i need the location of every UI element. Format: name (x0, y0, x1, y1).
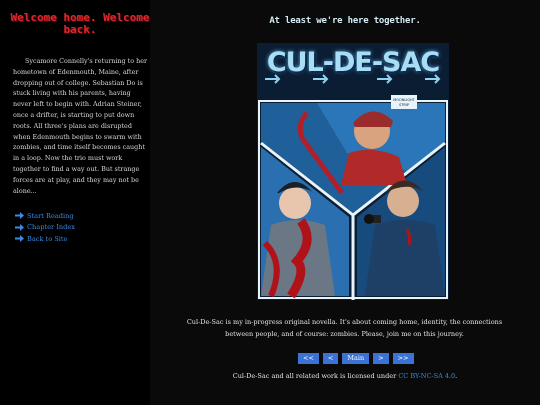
arrow-right-icon (15, 212, 24, 220)
cover-art: MOONLIGHT STRIP CUL-DE-SAC (257, 43, 449, 300)
sidebar: Welcome home. Welcome back. Sycamore Con… (0, 0, 150, 405)
arrow-right-icon (15, 223, 24, 231)
nav-start-reading[interactable]: Start Reading (15, 210, 75, 222)
description: Cul-De-Sac is my in-progress original no… (186, 318, 503, 338)
tagline: At least we're here together. (269, 16, 421, 26)
next-page-button[interactable]: > (373, 353, 389, 364)
nav-back-to-site[interactable]: Back to Site (15, 233, 75, 245)
first-page-button[interactable]: << (298, 353, 319, 364)
svg-text:MOONLIGHT: MOONLIGHT (393, 98, 415, 102)
license-notice: Cul-De-Sac and all related work is licen… (150, 372, 540, 380)
nav-label: Back to Site (27, 234, 68, 243)
license-prefix: Cul-De-Sac and all related work is licen… (232, 372, 399, 380)
license-suffix: . (455, 372, 458, 380)
main-page-button[interactable]: Main (342, 353, 370, 364)
license-link[interactable]: CC BY-NC-SA 4.0 (398, 372, 455, 380)
previous-page-button[interactable]: < (322, 353, 339, 364)
last-page-button[interactable]: >> (392, 353, 414, 364)
svg-text:STRIP: STRIP (399, 103, 409, 107)
nav-chapter-index[interactable]: Chapter Index (15, 222, 75, 234)
synopsis: Sycamore Connelly's returning to her hom… (13, 57, 148, 195)
nav-label: Chapter Index (27, 223, 75, 232)
pager: << < Main > >> (298, 353, 414, 364)
site-title: Welcome home. Welcome back. (10, 11, 150, 36)
cover-illustration: MOONLIGHT STRIP (257, 43, 449, 300)
arrow-right-icon (15, 235, 24, 243)
nav-label: Start Reading (27, 211, 74, 220)
sidebar-nav: Start Reading Chapter Index Back to Site (15, 210, 75, 245)
cover-title: CUL-DE-SAC (266, 47, 440, 78)
